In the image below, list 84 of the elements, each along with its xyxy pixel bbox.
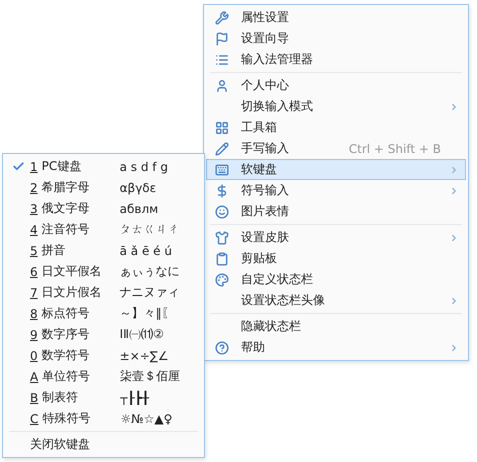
- access-key: B: [30, 390, 38, 404]
- symbol-sample: ㄆㄊㄍㄐㄔ: [120, 221, 180, 238]
- palette-icon: [215, 272, 229, 286]
- menu-item[interactable]: 图片表情: [206, 201, 466, 222]
- item-label: 拼音: [42, 242, 67, 259]
- symbol-sample: абвлм: [120, 202, 158, 216]
- menu-item[interactable]: 设置皮肤: [206, 227, 466, 248]
- symbol-sample: ┬┠┣╂: [120, 390, 150, 404]
- item-label: 单位符号: [42, 368, 92, 385]
- access-key: 1: [30, 160, 38, 174]
- menu-item[interactable]: 关闭软键盘: [5, 434, 202, 455]
- menu-item[interactable]: C 特殊符号 ☼№☆▲♀: [5, 408, 202, 429]
- user-icon: [215, 78, 229, 92]
- menu-item[interactable]: 0 数学符号 ±×÷∑∠: [5, 345, 202, 366]
- access-key: A: [30, 370, 38, 384]
- shortcut-text: Ctrl + Shift + B: [348, 142, 441, 156]
- item-label: 日文平假名: [42, 263, 103, 280]
- item-label: 日文片假名: [42, 284, 103, 301]
- menu-item[interactable]: 8 标点符号 ～】々‖〖: [5, 303, 202, 324]
- flag-icon: [215, 32, 229, 46]
- item-label: 标点符号: [42, 305, 91, 322]
- item-label: 数学符号: [42, 347, 91, 364]
- menu-item[interactable]: 设置向导: [206, 28, 466, 49]
- menu-item[interactable]: 帮助: [206, 337, 466, 358]
- menu-item[interactable]: 9 数字序号 ⅠⅡ㈠⑾②: [5, 324, 202, 345]
- symbol-sample: ☼№☆▲♀: [120, 412, 172, 426]
- menu-item[interactable]: 符号输入: [206, 180, 466, 201]
- pencil-icon: [215, 142, 229, 156]
- keyboard-icon: [215, 162, 229, 176]
- help-icon: [215, 340, 229, 354]
- access-key: 4: [30, 222, 38, 236]
- item-label: 注音符号: [42, 221, 91, 238]
- menu-item[interactable]: 个人中心: [206, 75, 466, 96]
- menu-item[interactable]: 7 日文片假名 ナニヌァィ: [5, 282, 202, 303]
- menu-item[interactable]: A 单位符号 柒壹＄佰厘: [5, 366, 202, 387]
- item-label: 制表符: [42, 389, 80, 406]
- shirt-icon: [215, 230, 229, 244]
- access-key: 0: [30, 348, 38, 362]
- menu-item[interactable]: 2 希腊字母 αβγδε: [5, 177, 202, 198]
- symbol-sample: αβγδε: [120, 180, 156, 194]
- menu-item[interactable]: 4 注音符号 ㄆㄊㄍㄐㄔ: [5, 219, 202, 240]
- dollar-icon: [215, 184, 229, 198]
- access-key: 7: [30, 286, 38, 300]
- menu-item[interactable]: 隐藏状态栏: [206, 316, 466, 337]
- menu-item[interactable]: 切换输入模式: [206, 96, 466, 117]
- access-key: 6: [30, 264, 38, 278]
- menu-item[interactable]: B 制表符 ┬┠┣╂: [5, 387, 202, 408]
- symbol-sample: ナニヌァィ: [120, 284, 180, 301]
- menu-item[interactable]: 工具箱: [206, 117, 466, 138]
- symbol-sample: ⅠⅡ㈠⑾②: [120, 326, 164, 343]
- symbol-sample: ～】々‖〖: [120, 305, 174, 322]
- smile-icon: [215, 204, 229, 218]
- menu-item[interactable]: 6 日文平假名 ぁぃぅなに: [5, 261, 202, 282]
- clipboard-icon: [215, 252, 229, 266]
- menu-item[interactable]: 自定义状态栏: [206, 269, 466, 290]
- symbol-sample: ±×÷∑∠: [120, 348, 169, 362]
- menu-item[interactable]: 输入法管理器: [206, 49, 466, 70]
- access-key: 8: [30, 306, 38, 320]
- access-key: 3: [30, 202, 38, 216]
- access-key: 9: [30, 328, 38, 342]
- check-icon: [12, 160, 25, 173]
- symbol-sample: ā ǎ ē é ú: [120, 244, 172, 258]
- item-label: 俄文字母: [42, 200, 91, 217]
- item-label: PC键盘: [42, 158, 82, 175]
- item-label: 数字序号: [42, 326, 91, 343]
- access-key: 2: [30, 180, 38, 194]
- item-label: 特殊符号: [42, 410, 92, 427]
- menu-item[interactable]: 设置状态栏头像: [206, 290, 466, 311]
- symbol-sample: 柒壹＄佰厘: [120, 368, 180, 385]
- menu-item[interactable]: 软键盘: [206, 159, 466, 180]
- symbol-sample: a s d f g: [120, 160, 168, 174]
- access-key: C: [30, 412, 38, 426]
- item-label: 希腊字母: [42, 179, 91, 196]
- wrench-icon: [215, 10, 229, 24]
- menu-item[interactable]: 手写输入 Ctrl + Shift + B: [206, 138, 466, 159]
- menu-item[interactable]: 属性设置: [206, 7, 466, 28]
- grid-icon: [215, 120, 229, 134]
- symbol-sample: ぁぃぅなに: [120, 263, 180, 280]
- menu-item[interactable]: 剪贴板: [206, 248, 466, 269]
- access-key: 5: [30, 244, 38, 258]
- menu-item[interactable]: 3 俄文字母 абвлм: [5, 198, 202, 219]
- menu-item[interactable]: 5 拼音 ā ǎ ē é ú: [5, 240, 202, 261]
- menu-item[interactable]: 1 PC键盘 a s d f g: [5, 156, 202, 177]
- list-icon: [215, 52, 229, 66]
